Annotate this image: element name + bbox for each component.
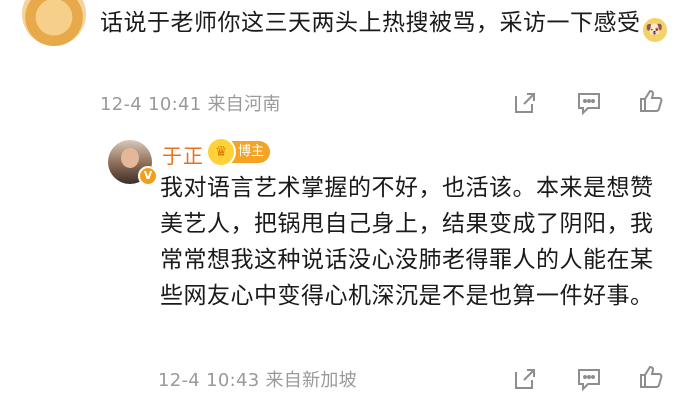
reply-text: 我对语言艺术掌握的不好，也活该。本来是想赞美艺人，把锅甩自己身上，结果变成了阴阳…	[160, 175, 654, 309]
reply-share-icon[interactable]	[512, 366, 538, 392]
comment-location: 来自河南	[207, 94, 281, 115]
comment-time: 12-4 10:41	[100, 94, 202, 115]
reply-author-name[interactable]: 于正	[162, 140, 204, 169]
avatar-face	[121, 148, 139, 168]
doge-emoji-icon: 🐶	[642, 18, 667, 42]
reply-comment-icon[interactable]	[576, 366, 602, 392]
comment-meta: 12-4 10:41 来自河南	[100, 90, 281, 116]
reply-location: 来自新加坡	[265, 370, 357, 391]
reply-time: 12-4 10:43	[158, 370, 260, 391]
comment-icon[interactable]	[576, 90, 602, 116]
verified-icon: V	[138, 166, 158, 186]
reply-like-icon[interactable]	[638, 364, 664, 390]
like-icon[interactable]	[638, 88, 664, 114]
comment-body: 话说于老师你这三天两头上热搜被骂，采访一下感受	[100, 10, 641, 36]
commenter-avatar[interactable]	[22, 0, 86, 46]
comment-text: 话说于老师你这三天两头上热搜被骂，采访一下感受 🐶	[100, 4, 670, 42]
reply-meta: 12-4 10:43 来自新加坡	[158, 366, 357, 392]
crown-icon: ♛	[206, 137, 236, 167]
share-icon[interactable]	[512, 90, 538, 116]
